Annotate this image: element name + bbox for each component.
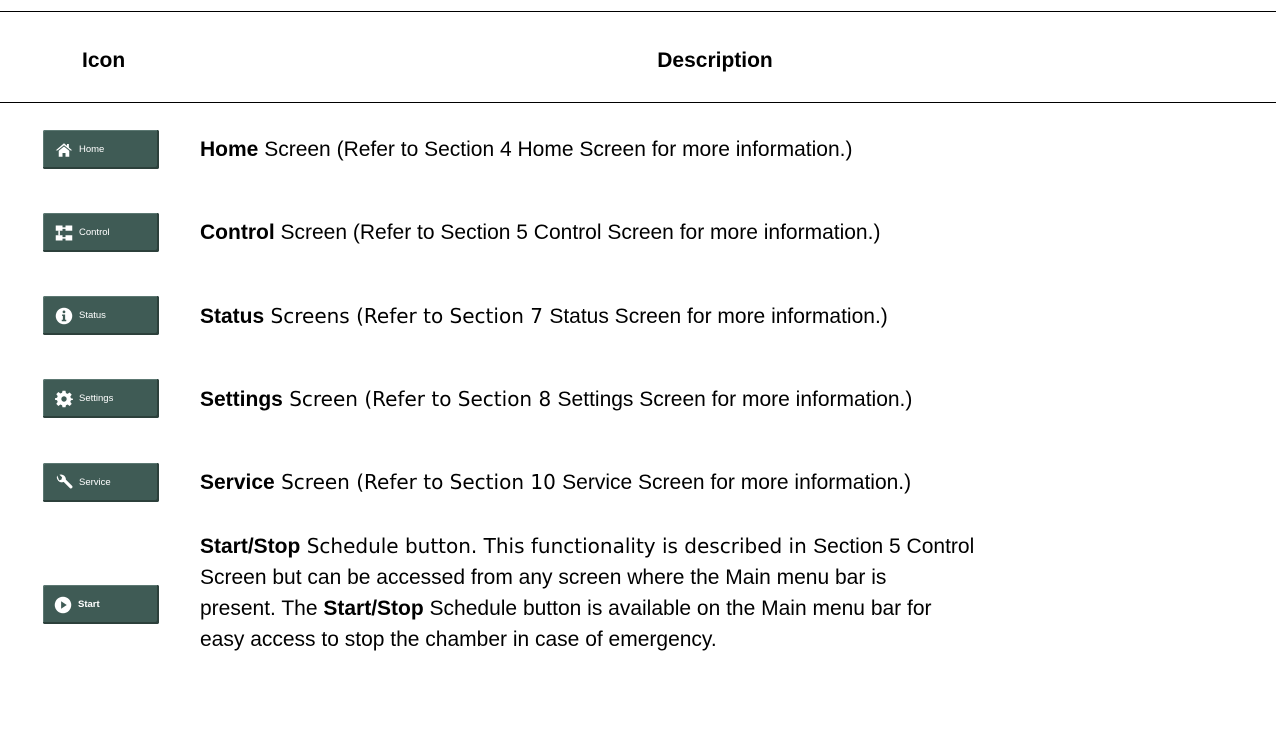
info-icon xyxy=(55,307,73,325)
column-header-description: Description xyxy=(657,49,773,72)
start-button-label: Start xyxy=(78,599,100,610)
start-description-line-3: present. The Start/Stop Schedule button … xyxy=(200,597,932,620)
row-start-description: Start/Stop Schedule button. This functio… xyxy=(200,531,1270,655)
table-header-rule xyxy=(0,102,1276,103)
start-description-line-1: Start/Stop Schedule button. This functio… xyxy=(200,534,975,558)
start-description-line-4: easy access to stop the chamber in case … xyxy=(200,628,717,651)
service-button[interactable]: Service xyxy=(43,463,159,502)
row-control-description: Control Screen (Refer to Section 5 Contr… xyxy=(200,221,881,244)
start-description-line-2: Screen but can be accessed from any scre… xyxy=(200,566,887,589)
status-button[interactable]: Status xyxy=(43,296,159,335)
settings-button-label: Settings xyxy=(79,393,114,404)
column-header-icon: Icon xyxy=(82,49,126,72)
play-icon xyxy=(54,596,72,614)
status-button-label: Status xyxy=(79,310,106,321)
home-button-label: Home xyxy=(79,144,105,155)
table-top-rule xyxy=(0,11,1276,12)
start-button[interactable]: Start xyxy=(43,585,159,624)
control-button-label: Control xyxy=(79,227,110,238)
row-settings-description: Settings Screen (Refer to Section 8 Sett… xyxy=(200,387,913,411)
row-service-description: Service Screen (Refer to Section 10 Serv… xyxy=(200,470,912,494)
service-button-label: Service xyxy=(79,477,111,488)
row-status-description: Status Screens (Refer to Section 7 Statu… xyxy=(200,304,888,328)
control-button[interactable]: Control xyxy=(43,213,159,252)
home-button[interactable]: Home xyxy=(43,130,159,169)
control-icon xyxy=(55,224,73,242)
row-home-description: Home Screen (Refer to Section 4 Home Scr… xyxy=(200,138,853,161)
settings-button[interactable]: Settings xyxy=(43,379,159,418)
home-icon xyxy=(55,141,73,159)
gear-icon xyxy=(55,390,73,408)
wrench-icon xyxy=(55,474,73,492)
